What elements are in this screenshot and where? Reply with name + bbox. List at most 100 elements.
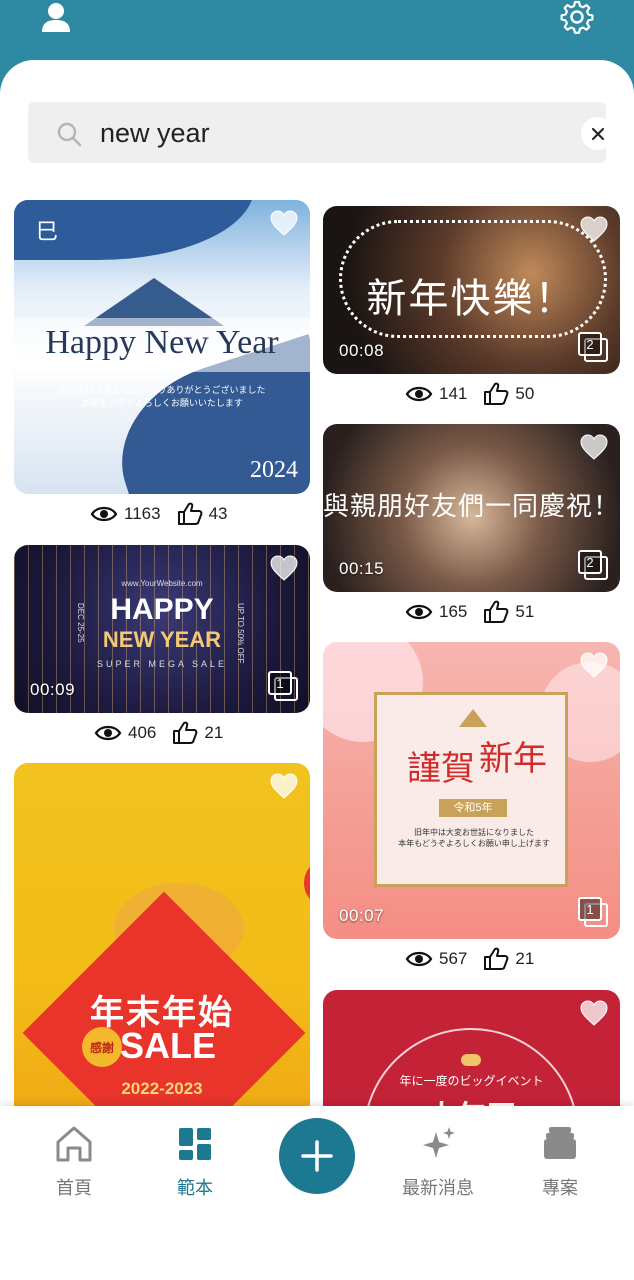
clear-search-button[interactable] — [581, 117, 614, 150]
template-card[interactable]: 年に一度のビッグイベント 大年玉 — [323, 990, 620, 1120]
sparkle-icon — [423, 1127, 455, 1158]
plus-icon — [301, 1140, 333, 1172]
pages-icon: 1 — [268, 671, 298, 701]
view-count: 567 — [439, 949, 468, 968]
greeting-panel: 謹賀 新年 令和5年 旧年中は大変お世話になりました 本年もどうぞよろしくお願い… — [374, 692, 568, 887]
video-duration: 00:07 — [339, 906, 385, 925]
card-stats: 567 21 — [405, 947, 550, 971]
nav-item-projects[interactable]: 專案 — [505, 1124, 615, 1204]
card-subtitle: 旧年中は大変お世話になりありがとうございました 本年もどうぞよろしくお願いいたし… — [58, 385, 266, 408]
heart-icon[interactable] — [580, 434, 608, 460]
view-count: 165 — [439, 602, 468, 621]
nav-label: 專案 — [542, 1178, 578, 1198]
like-count: 50 — [515, 384, 535, 403]
home-icon — [56, 1126, 92, 1162]
era-label: 令和5年 — [439, 799, 507, 817]
pages-icon: 1 — [578, 897, 608, 927]
card-year: 2024 — [250, 457, 298, 483]
template-card[interactable]: 與親朋好友們一同慶祝！ 00:15 2 — [323, 424, 620, 592]
content-sheet: 巳 Happy New Year 旧年中は大変お世話になりありがとうございました… — [0, 60, 634, 1280]
card-stats: 141 50 — [405, 382, 550, 406]
card-title-secondary: NEW YEAR — [102, 627, 222, 652]
gear-icon — [560, 0, 594, 34]
video-duration: 00:08 — [339, 341, 385, 360]
card-subtitle: 年に一度のビッグイベント — [399, 1074, 544, 1088]
video-duration: 00:15 — [339, 559, 385, 578]
pages-icon: 2 — [578, 332, 608, 362]
card-title: Happy New Year — [45, 324, 279, 361]
nav-label: 最新消息 — [402, 1178, 474, 1198]
heart-icon[interactable] — [270, 773, 298, 799]
card-subtitle: 旧年中は大変お世話になりました 本年もどうぞよろしくお願い申し上げます — [398, 828, 550, 848]
card-side-text: DEC 25-25 — [76, 603, 85, 643]
card-title-secondary: 新年 — [479, 739, 547, 779]
close-icon — [591, 127, 604, 140]
video-duration: 00:09 — [30, 680, 76, 699]
card-title: 新年快樂！ — [366, 276, 577, 322]
nav-item-home[interactable]: 首頁 — [19, 1124, 129, 1204]
view-count: 406 — [128, 723, 157, 742]
thumbs-up-icon — [484, 600, 509, 623]
page-count: 2 — [578, 332, 602, 356]
card-title: 謹賀 — [407, 749, 475, 789]
heart-icon[interactable] — [580, 216, 608, 242]
nav-label: 首頁 — [56, 1178, 92, 1198]
eye-icon — [405, 604, 433, 620]
search-icon — [57, 122, 82, 147]
heart-icon[interactable] — [270, 555, 298, 581]
eye-icon — [405, 386, 433, 402]
eye-icon — [405, 951, 433, 967]
like-count: 21 — [515, 949, 535, 968]
page-count: 1 — [578, 897, 602, 921]
search-bar — [28, 102, 614, 163]
template-card[interactable]: 巳 Happy New Year 旧年中は大変お世話になりありがとうございました… — [14, 200, 310, 494]
nav-label: 範本 — [177, 1178, 213, 1198]
page-count: 2 — [578, 550, 602, 574]
card-decoration — [304, 863, 310, 903]
heart-icon[interactable] — [580, 652, 608, 678]
create-button[interactable] — [279, 1118, 355, 1194]
mountain-illustration — [459, 709, 487, 727]
card-title: 與親朋好友們一同慶祝！ — [323, 492, 620, 522]
profile-button[interactable] — [38, 0, 74, 34]
like-count: 51 — [515, 602, 535, 621]
card-years: 2022-2023 — [121, 1079, 203, 1098]
search-input[interactable] — [100, 110, 540, 156]
view-count: 141 — [439, 384, 468, 403]
card-tagline: SUPER MEGA SALE — [96, 659, 228, 669]
settings-button[interactable] — [558, 0, 596, 34]
like-count: 43 — [208, 504, 228, 523]
page-count: 1 — [268, 671, 292, 695]
template-card[interactable]: 年末年始 感謝 SALE 2022-2023 — [14, 763, 310, 1123]
card-sale-text: SALE — [120, 1025, 217, 1066]
nav-item-templates[interactable]: 範本 — [140, 1124, 250, 1204]
user-icon — [42, 3, 70, 32]
heart-icon[interactable] — [270, 210, 298, 236]
era-mark: 巳 — [36, 220, 59, 245]
heart-icon[interactable] — [580, 1000, 608, 1026]
card-title: HAPPY — [110, 593, 214, 626]
template-card[interactable]: 謹賀 新年 令和5年 旧年中は大変お世話になりました 本年もどうぞよろしくお願い… — [323, 642, 620, 939]
like-count: 21 — [204, 723, 224, 742]
card-url: www.YourWebsite.com — [121, 579, 203, 588]
card-stats: 1163 43 — [90, 502, 243, 526]
template-card[interactable]: www.YourWebsite.com HAPPY NEW YEAR SUPER… — [14, 545, 310, 713]
thumbs-up-icon — [484, 382, 509, 405]
stack-icon — [544, 1127, 576, 1159]
nav-item-news[interactable]: 最新消息 — [383, 1124, 493, 1204]
thumbs-up-icon — [484, 947, 509, 970]
cloud-decoration — [461, 1054, 481, 1066]
eye-icon — [90, 506, 118, 522]
grid-icon — [179, 1128, 211, 1160]
card-stats: 165 51 — [405, 600, 550, 624]
pages-icon: 2 — [578, 550, 608, 580]
thumbs-up-icon — [177, 502, 202, 525]
template-card[interactable]: 新年快樂！ 00:08 2 — [323, 206, 620, 374]
bottom-nav: 首頁 範本 最新消息 專案 — [0, 1106, 634, 1280]
card-stats: 406 21 — [94, 721, 239, 745]
thumbs-up-icon — [173, 721, 198, 744]
card-badge: 感謝 — [82, 1027, 122, 1067]
card-side-text: UP TO 50% OFF — [236, 603, 245, 664]
view-count: 1163 — [124, 504, 161, 523]
eye-icon — [94, 725, 122, 741]
